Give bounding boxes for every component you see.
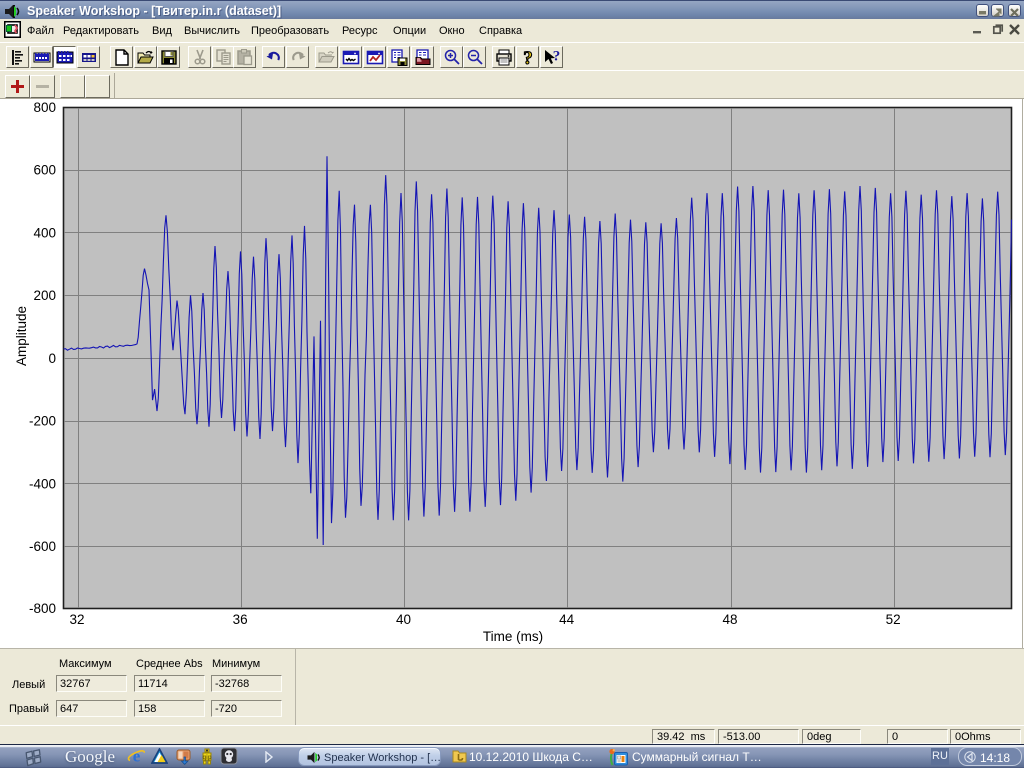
- svg-text:36: 36: [233, 612, 248, 627]
- svg-text:400: 400: [33, 225, 56, 240]
- svg-text:800: 800: [33, 100, 56, 115]
- svg-text:Time (ms): Time (ms): [483, 629, 543, 644]
- svg-text:200: 200: [33, 288, 56, 303]
- svg-text:qip: qip: [203, 755, 212, 761]
- svg-text:-200: -200: [29, 414, 56, 429]
- svg-text:32: 32: [69, 612, 84, 627]
- svg-text:48: 48: [722, 612, 737, 627]
- svg-text:?: ?: [523, 49, 533, 66]
- svg-text:e: e: [133, 747, 141, 765]
- svg-text:-400: -400: [29, 476, 56, 491]
- svg-text:?: ?: [553, 49, 561, 65]
- svg-text:40: 40: [396, 612, 411, 627]
- svg-text:Amplitude: Amplitude: [14, 306, 29, 366]
- svg-text:600: 600: [33, 163, 56, 178]
- svg-text:0: 0: [48, 351, 56, 366]
- svg-text:52: 52: [886, 612, 901, 627]
- svg-text:-600: -600: [29, 539, 56, 554]
- svg-text:-800: -800: [29, 601, 56, 616]
- svg-text:44: 44: [559, 612, 575, 627]
